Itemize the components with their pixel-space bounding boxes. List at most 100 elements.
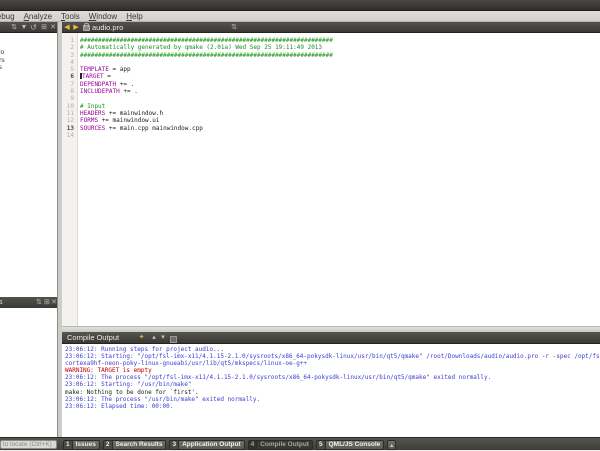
code-token: = [104,73,111,80]
compile-output-title: Compile Output [67,332,119,344]
code-line-14[interactable] [80,132,600,139]
line-number-9[interactable]: 9 [62,95,77,102]
code-token: ########################################… [80,52,333,59]
close-icon[interactable]: ✕ [49,22,57,33]
code-token: FORMS [80,117,98,124]
compile-output-line-1: 23:06:12: Running steps for project audi… [65,346,600,353]
line-number-13[interactable]: 13 [62,125,77,132]
line-number-5[interactable]: 5 [62,66,77,73]
compile-output-header: Compile Output ✦ ▴ ▾ [62,332,600,344]
line-number-1[interactable]: 1 [62,37,77,44]
line-number-7[interactable]: 7 [62,81,77,88]
forward-icon[interactable]: ▶ [72,22,80,33]
sync-icon[interactable]: ↺ [29,22,38,33]
pane-number: 5 [317,440,326,450]
output-pane-button-qml-js-console[interactable]: 5QML/JS Console [316,440,384,450]
desktop-top-panel [0,0,600,11]
maximize-pane-icon[interactable] [170,336,177,343]
open-documents-title: Open Documents [0,297,2,308]
line-number-11[interactable]: 11 [62,110,77,117]
close-icon[interactable]: ✕ [51,297,57,308]
pane-label: Search Results [113,440,166,450]
code-line-6[interactable]: TARGET = [80,73,600,80]
compile-output-line-4: WARNING: TARGET is empty [65,367,600,374]
output-pane-button-application-output[interactable]: 3Application Output [169,440,244,450]
compile-output-line-9: 23:06:12: Elapsed time: 00:00. [65,403,600,410]
code-editor[interactable]: 1234567891011121314 ####################… [62,33,600,326]
lock-icon [83,25,90,31]
output-pane-button-issues[interactable]: 1Issues [63,440,100,450]
document-dropdown-icon[interactable]: ⇅ [230,22,238,33]
open-documents-header: Open Documents ⇅ ⊞ ✕ [0,297,57,308]
code-token: DEPENDPATH [80,81,116,88]
combo-arrows-icon[interactable]: ⇅ [36,297,42,308]
code-line-5[interactable]: TEMPLATE = app [80,66,600,73]
menubar: Debug Analyze Tools Window Help [0,11,600,22]
compile-output-line-2: 23:06:12: Starting: "/opt/fsl-imx-x11/4.… [65,353,600,360]
pane-label: QML/JS Console [326,440,384,450]
sidebar-item-sources[interactable]: Sources [0,64,2,72]
compile-output-line-7: make: Nothing to be done for `first'. [65,389,600,396]
line-number-gutter[interactable]: 1234567891011121314 [62,33,78,326]
line-number-4[interactable]: 4 [62,59,77,66]
code-token: HEADERS [80,110,105,117]
pane-label: Application Output [179,440,244,450]
output-pane-button-compile-output[interactable]: 4Compile Output [248,440,313,450]
line-number-6[interactable]: 6 [62,73,77,80]
code-line-7[interactable]: DEPENDPATH += . [80,81,600,88]
pane-label: Issues [73,440,99,450]
menu-item-analyze[interactable]: Analyze [24,12,52,21]
split-icon[interactable]: ⊞ [40,22,48,33]
code-line-4[interactable] [80,59,600,66]
code-line-2[interactable]: # Automatically generated by qmake (2.01… [80,44,600,51]
code-line-12[interactable]: FORMS += mainwindow.ui [80,117,600,124]
code-token: += . [120,88,138,95]
previous-item-icon[interactable]: ▴ [150,332,158,344]
compile-output-line-5: 23:06:12: The process "/opt/fsl-imx-x11/… [65,374,600,381]
code-token: TARGET [82,73,104,80]
line-number-3[interactable]: 3 [62,52,77,59]
menu-item-tools[interactable]: Tools [61,12,80,21]
code-line-8[interactable]: INCLUDEPATH += . [80,88,600,95]
code-token: += mainwindow.ui [98,117,159,124]
compile-output-line-6: 23:06:12: Starting: "/usr/bin/make" [65,381,600,388]
code-line-3[interactable]: ########################################… [80,52,600,59]
code-token: # Input [80,103,105,110]
open-file-title[interactable]: audio.pro [92,22,123,33]
pane-number: 1 [64,440,73,450]
split-icon[interactable]: ⊞ [44,297,50,308]
line-number-2[interactable]: 2 [62,44,77,51]
menu-item-window[interactable]: Window [89,12,117,21]
code-token: SOURCES [80,125,105,132]
locate-input[interactable]: Type to locate (Ctrl+K) [0,440,57,449]
projects-pane-combo-icon[interactable]: ⇅ [10,22,18,33]
line-number-10[interactable]: 10 [62,103,77,110]
editor-toolbar: ⇅ ▼ ↺ ⊞ ✕ ◀ ▶ audio.pro ⇅ [0,22,600,33]
next-item-icon[interactable]: ▾ [159,332,167,344]
code-token: # Automatically generated by qmake (2.01… [80,44,322,51]
menu-item-debug[interactable]: Debug [0,12,15,21]
projects-tree-panel[interactable]: audio.proHeadersSources [0,33,57,437]
code-line-9[interactable] [80,95,600,102]
compile-output-log[interactable]: 23:06:12: Running steps for project audi… [62,344,600,437]
status-bar: Type to locate (Ctrl+K) 1Issues2Search R… [0,437,600,450]
code-line-10[interactable]: # Input [80,103,600,110]
pane-number: 4 [249,440,258,450]
clear-output-icon[interactable]: ✦ [137,332,146,344]
locate-placeholder: Type to locate (Ctrl+K) [0,441,52,449]
code-token: += . [116,81,134,88]
filter-icon[interactable]: ▼ [20,22,28,33]
code-line-1[interactable]: ########################################… [80,37,600,44]
line-number-14[interactable]: 14 [62,132,77,139]
code-line-13[interactable]: SOURCES += main.cpp mainwindow.cpp [80,125,600,132]
code-token: ########################################… [80,37,333,44]
output-pane-buttons: 1Issues2Search Results3Application Outpu… [63,439,396,450]
menu-item-help[interactable]: Help [126,12,142,21]
code-line-11[interactable]: HEADERS += mainwindow.h [80,110,600,117]
line-number-8[interactable]: 8 [62,88,77,95]
output-pane-toggle-icon[interactable]: ▴ [387,440,396,450]
line-number-12[interactable]: 12 [62,117,77,124]
back-icon[interactable]: ◀ [63,22,71,33]
code-area[interactable]: ########################################… [80,33,600,326]
output-pane-button-search-results[interactable]: 2Search Results [103,440,167,450]
